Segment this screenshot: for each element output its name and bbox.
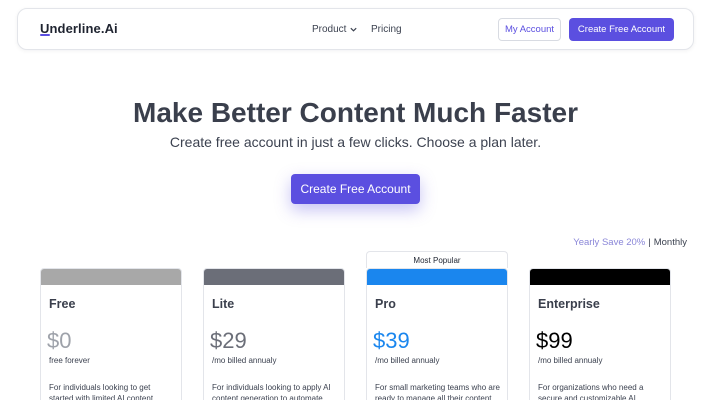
logo-underline-mark <box>40 34 50 36</box>
plan-name: Enterprise <box>538 297 600 311</box>
plan-price: $99 <box>536 328 573 353</box>
plan-color-bar <box>204 269 344 285</box>
nav-product[interactable]: Product <box>312 24 358 35</box>
plan-price: $39 <box>373 328 410 353</box>
billing-separator: | <box>648 237 651 248</box>
plan-color-bar <box>41 269 181 285</box>
plan-card-enterprise[interactable]: Enterprise $99 /mo billed annualy For or… <box>529 268 671 400</box>
plan-description: For small marketing teams who are ready … <box>375 383 500 400</box>
most-popular-badge: Most Popular <box>366 251 508 268</box>
plan-period: free forever <box>49 356 90 365</box>
plan-card-free[interactable]: Free $0 free forever For individuals loo… <box>40 268 182 400</box>
nav-pricing[interactable]: Pricing <box>371 24 402 35</box>
create-free-account-button[interactable]: Create Free Account <box>569 18 674 41</box>
plan-price: $29 <box>210 328 247 353</box>
hero-create-account-button[interactable]: Create Free Account <box>291 174 420 204</box>
nav-product-label: Product <box>312 24 347 35</box>
plan-description: For organizations who need a secure and … <box>538 383 644 400</box>
plan-card-lite[interactable]: Lite $29 /mo billed annualy For individu… <box>203 268 345 400</box>
hero-title: Make Better Content Much Faster <box>133 97 578 128</box>
top-navbar: Underline.Ai Product Pricing My Account … <box>17 8 694 50</box>
plan-period: /mo billed annualy <box>538 356 603 365</box>
plan-card-pro[interactable]: Pro $39 /mo billed annualy For small mar… <box>366 268 508 400</box>
billing-toggle: Yearly Save 20% | Monthly <box>573 237 687 248</box>
plan-name: Free <box>49 297 76 311</box>
plan-period: /mo billed annualy <box>212 356 277 365</box>
billing-yearly-option[interactable]: Yearly Save 20% <box>573 237 645 248</box>
plan-period: /mo billed annualy <box>375 356 440 365</box>
billing-monthly-option[interactable]: Monthly <box>654 237 687 248</box>
my-account-button[interactable]: My Account <box>498 18 561 41</box>
plan-price: $0 <box>47 328 72 353</box>
hero-subtitle: Create free account in just a few clicks… <box>169 134 542 150</box>
plan-color-bar <box>530 269 670 285</box>
plan-description: For individuals looking to get started w… <box>49 383 154 400</box>
plan-name: Pro <box>375 297 396 311</box>
chevron-down-icon <box>350 27 358 32</box>
plan-description: For individuals looking to apply AI cont… <box>212 383 331 400</box>
plan-color-bar <box>367 269 507 285</box>
logo[interactable]: Underline.Ai <box>40 21 118 36</box>
plan-name: Lite <box>212 297 235 311</box>
